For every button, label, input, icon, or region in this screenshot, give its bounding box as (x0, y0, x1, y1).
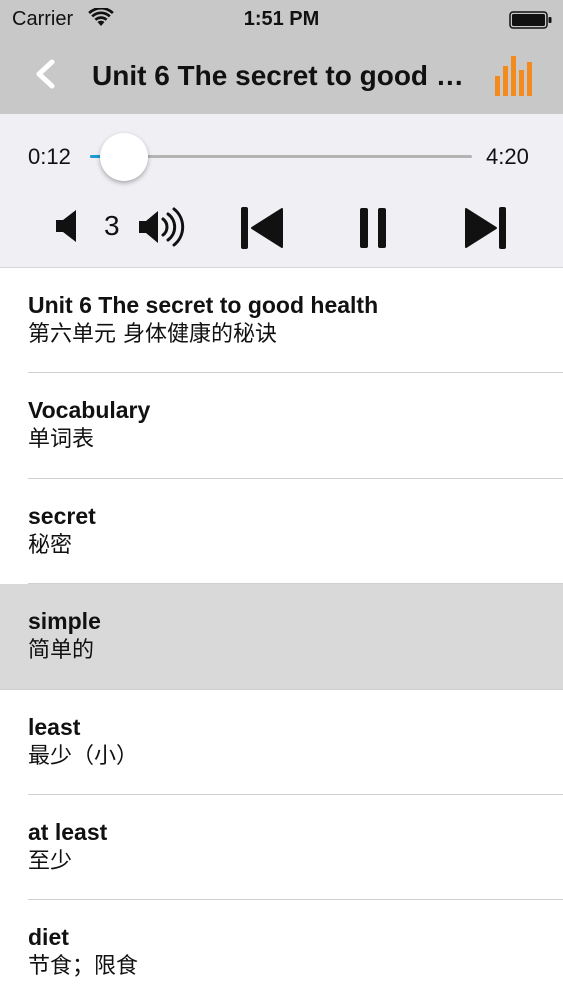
list-item[interactable]: Vocabulary 单词表 (0, 373, 563, 480)
navigation-bar: Unit 6 The secret to good health (0, 40, 563, 114)
total-time: 4:20 (486, 144, 529, 169)
volume-level: 3 (104, 210, 120, 241)
battery-icon (509, 10, 553, 30)
volume-down-button[interactable] (52, 208, 84, 244)
pause-icon (356, 208, 392, 256)
next-track-icon (462, 207, 510, 256)
previous-track-icon (238, 207, 286, 256)
item-english: Vocabulary (28, 397, 151, 424)
back-button[interactable] (28, 58, 62, 94)
status-time: 1:51 PM (243, 8, 320, 30)
list-item[interactable]: secret 秘密 (0, 478, 563, 585)
audio-player: 0:12 4:20 3 (0, 114, 563, 268)
volume-up-icon (136, 207, 190, 252)
lesson-list: Unit 6 The secret to good health 第六单元 身体… (0, 268, 563, 1000)
item-english: diet (28, 924, 69, 951)
list-item[interactable]: least 最少（小） (0, 689, 563, 796)
list-item[interactable]: diet 节食；限食 (0, 900, 563, 1000)
item-chinese: 秘密 (28, 532, 73, 558)
equalizer-button[interactable] (493, 54, 539, 98)
equalizer-icon (493, 56, 539, 102)
item-chinese: 至少 (28, 848, 73, 874)
current-time: 0:12 (28, 144, 71, 169)
next-track-button[interactable] (462, 204, 510, 252)
item-english: simple (28, 608, 101, 635)
item-english: at least (28, 818, 108, 845)
item-chinese: 单词表 (28, 427, 95, 453)
volume-up-button[interactable] (136, 206, 190, 248)
list-item[interactable]: Unit 6 The secret to good health 第六单元 身体… (0, 268, 563, 374)
previous-track-button[interactable] (238, 204, 286, 252)
item-chinese: 简单的 (28, 638, 95, 664)
item-english: secret (28, 502, 96, 529)
item-chinese: 最少（小） (28, 743, 139, 769)
list-item[interactable]: at least 至少 (0, 794, 563, 901)
item-chinese: 节食；限食 (28, 954, 139, 980)
item-english: Unit 6 The secret to good health (28, 292, 379, 318)
item-english: least (28, 713, 81, 740)
progress-thumb[interactable] (99, 133, 148, 181)
status-bar: Carrier 1:51 PM (0, 0, 563, 40)
chevron-left-icon (34, 59, 56, 94)
volume-down-icon (52, 210, 84, 248)
list-item[interactable]: simple 简单的 (0, 584, 563, 690)
page-title: Unit 6 The secret to good health (92, 60, 478, 91)
pause-button[interactable] (356, 204, 392, 252)
item-chinese: 第六单元 身体健康的秘诀 (28, 322, 277, 347)
